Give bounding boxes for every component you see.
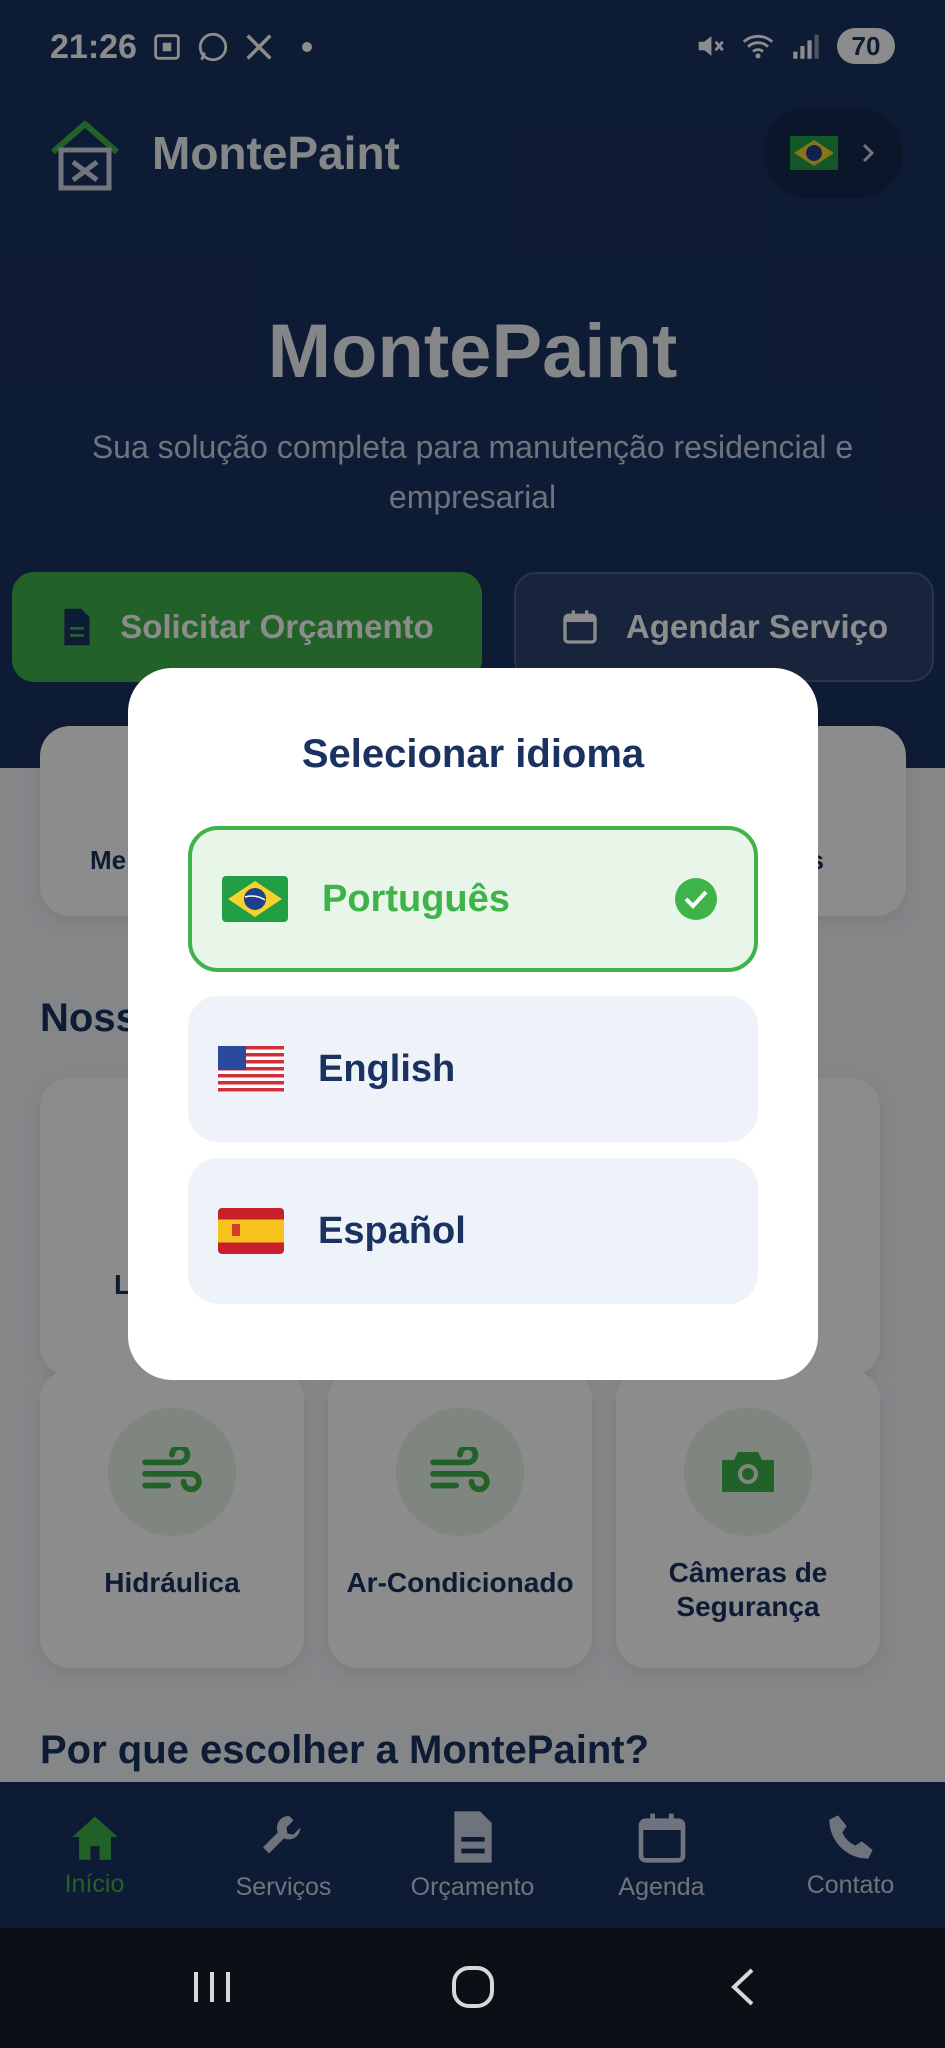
language-label: Español [318, 1209, 466, 1252]
home-button-icon[interactable] [448, 1962, 498, 2012]
language-dialog: Selecionar idioma Português English Espa… [128, 668, 818, 1380]
brazil-flag-icon [222, 876, 288, 922]
language-label: English [318, 1047, 456, 1090]
dialog-title: Selecionar idioma [301, 732, 645, 776]
usa-flag-icon [218, 1046, 284, 1092]
language-label: Português [322, 877, 510, 920]
language-option-portuguese[interactable]: Português [188, 826, 758, 972]
language-option-english[interactable]: English [188, 996, 758, 1142]
spain-flag-icon [218, 1208, 284, 1254]
back-icon[interactable] [724, 1962, 764, 2012]
system-navigation-bar [0, 1928, 945, 2048]
recent-apps-icon[interactable] [190, 1962, 234, 2012]
check-circle-icon [675, 878, 717, 920]
language-option-spanish[interactable]: Español [188, 1158, 758, 1304]
